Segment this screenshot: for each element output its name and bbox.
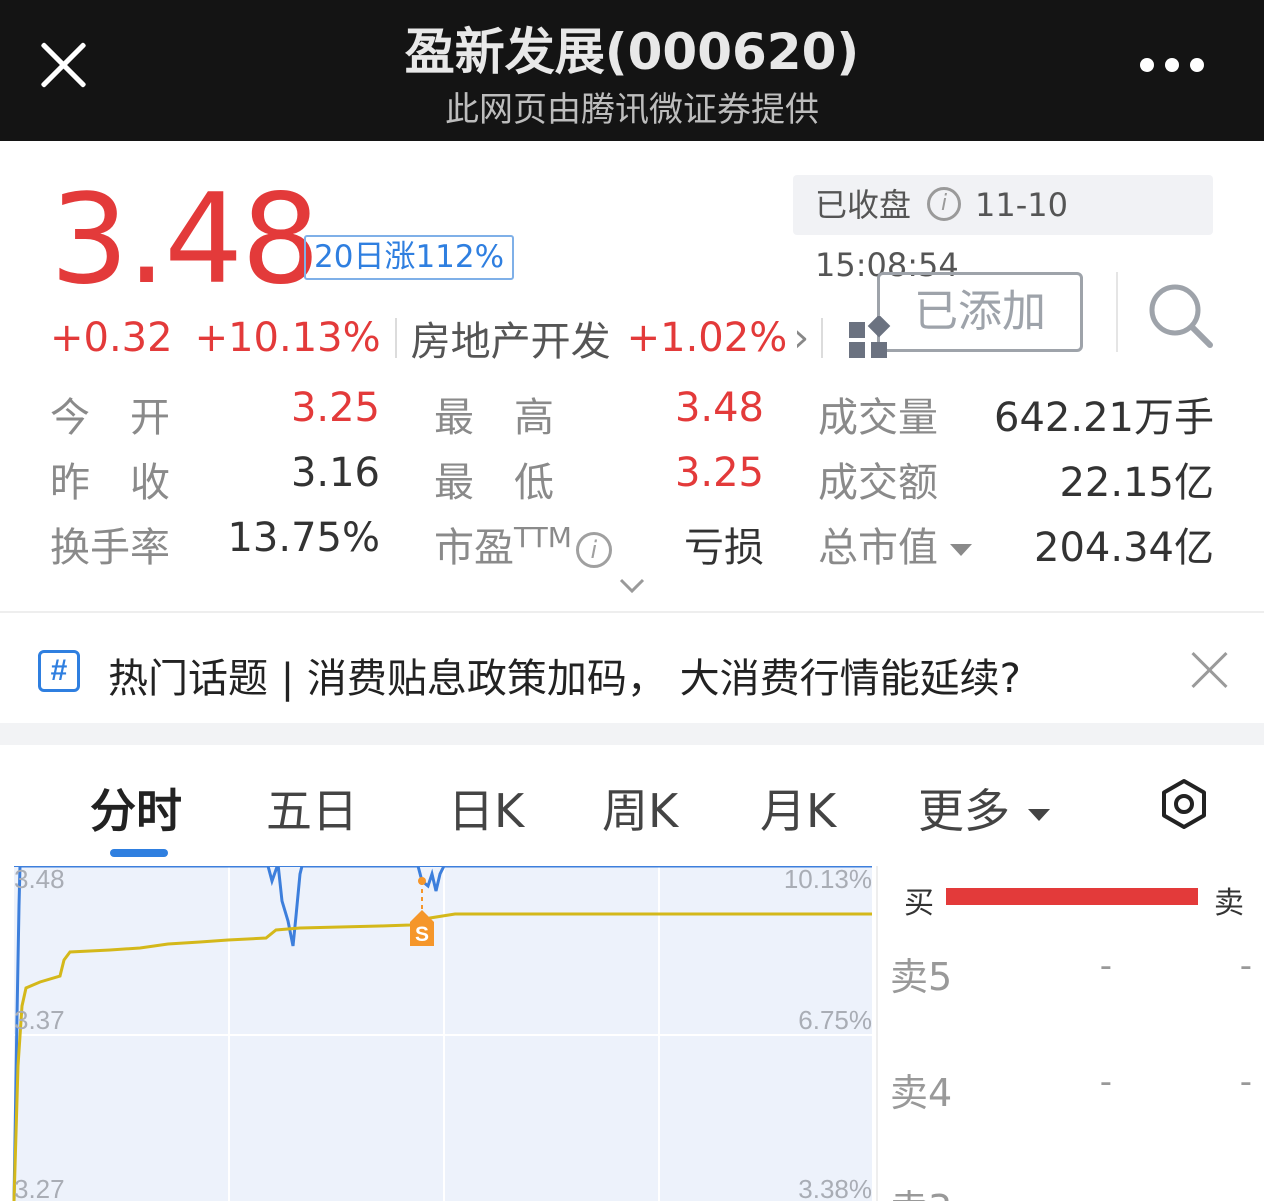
pe-label-text: 市盈 (434, 525, 514, 571)
right-axis-label: 6.75% (798, 1005, 872, 1035)
buy-sell-ratio-bar: 买 卖 (904, 874, 1244, 921)
left-axis-label: 3.48 (14, 866, 65, 894)
info-icon[interactable]: i (927, 187, 962, 221)
rise-tag[interactable]: 20日涨112% (304, 235, 515, 280)
order-price: - (1099, 1062, 1112, 1102)
left-axis-label: 3.27 (14, 1174, 65, 1201)
change-row: +0.32 +10.13% 房地产开发 +1.02% › (50, 310, 891, 366)
order-row: 卖4 - - (890, 1062, 1252, 1115)
chart-tabs: 分时 五日 日K 周K 月K 更多 (0, 745, 1264, 865)
volume-label: 成交量 (818, 395, 938, 441)
high-value: 3.48 (674, 385, 764, 431)
sector-name[interactable]: 房地产开发 (411, 309, 611, 367)
section-gap (0, 723, 1264, 745)
stats-row: 昨 收 3.16 最 低 3.25 成交额 22.15亿 (50, 450, 1214, 510)
intraday-chart[interactable]: S 3.48 3.37 3.27 10.13% 6.75% 3.38% (0, 863, 876, 1201)
low-label: 最 低 (434, 460, 554, 506)
price-change: +0.32 (50, 315, 173, 361)
info-icon[interactable]: i (575, 532, 612, 568)
search-icon[interactable] (1145, 280, 1215, 350)
divider (1116, 272, 1118, 352)
page-title: 盈新发展(000620) (404, 23, 860, 81)
tab-daily-k[interactable]: 日K (448, 775, 524, 841)
amount-label: 成交额 (818, 460, 938, 506)
more-icon[interactable] (1140, 58, 1204, 74)
order-book: 买 卖 卖5 - - 卖4 - - 卖3 (876, 866, 1264, 1201)
high-label: 最 高 (434, 395, 554, 441)
left-axis-label: 3.37 (14, 1005, 65, 1035)
order-level: 卖3 (890, 1178, 952, 1201)
order-row: 卖5 - - (890, 946, 1252, 999)
page-subtitle: 此网页由腾讯微证券提供 (445, 90, 819, 130)
ratio-bar (946, 888, 1198, 905)
tab-five-day[interactable]: 五日 (266, 775, 358, 841)
stats-row: 换手率 13.75% 市盈TTM i 亏损 总市值 204.34亿 (50, 515, 1214, 575)
grid-icon[interactable] (847, 316, 891, 360)
pe-label: 市盈TTM i (434, 515, 612, 573)
caret-down-icon[interactable] (948, 541, 974, 559)
sector-change[interactable]: +1.02% (627, 315, 788, 361)
order-volume: - (1239, 946, 1252, 986)
tab-monthly-k[interactable]: 月K (760, 775, 836, 841)
top-bar: 盈新发展(000620) 此网页由腾讯微证券提供 (0, 0, 1264, 141)
settings-icon[interactable] (1158, 778, 1210, 830)
right-axis-label: 3.38% (798, 1174, 872, 1201)
tab-more-label: 更多 (918, 784, 1010, 838)
divider (394, 318, 397, 358)
right-axis-label: 10.13% (784, 866, 872, 894)
order-row: 卖3 (890, 1178, 1252, 1201)
added-watchlist-button[interactable]: 已添加 (877, 272, 1083, 352)
open-label: 今 开 (50, 395, 170, 441)
order-level: 卖4 (890, 1071, 953, 1115)
tab-intraday[interactable]: 分时 (90, 775, 182, 841)
turnover-value: 13.75% (227, 515, 380, 561)
divider (821, 318, 824, 358)
low-value: 3.25 (674, 450, 764, 496)
order-level: 卖5 (890, 955, 953, 999)
mktcap-label[interactable]: 总市值 (818, 515, 974, 573)
topic-text[interactable]: 热门话题 | 消费贴息政策加码， 大消费行情能延续? (108, 646, 1021, 704)
marker-dot (418, 877, 426, 885)
prev-close-label: 昨 收 (50, 460, 170, 506)
caret-down-icon (1028, 808, 1050, 821)
stats-row: 今 开 3.25 最 高 3.48 成交量 642.21万手 (50, 385, 1214, 445)
volume-value: 642.21万手 (994, 395, 1214, 441)
amount-value: 22.15亿 (1059, 460, 1214, 506)
close-icon[interactable] (1192, 652, 1228, 688)
prev-close-value: 3.16 (290, 450, 380, 496)
status-text: 已收盘 (815, 186, 912, 224)
sell-label: 卖 (1214, 886, 1244, 921)
tab-more[interactable]: 更多 (918, 775, 1050, 841)
current-price: 3.48 (50, 168, 320, 312)
open-value: 3.25 (290, 385, 380, 431)
order-volume: - (1239, 1062, 1252, 1102)
buy-label: 买 (904, 886, 934, 921)
tab-weekly-k[interactable]: 周K (602, 775, 678, 841)
mktcap-label-text: 总市值 (818, 525, 938, 571)
pe-ttm-sup: TTM (514, 521, 572, 554)
hashtag-icon: # (38, 650, 80, 692)
chevron-down-icon[interactable] (618, 572, 646, 600)
market-status: 已收盘 i 11-10 15:08:54 (793, 175, 1213, 284)
price-change-pct: +10.13% (194, 315, 381, 361)
sell-marker-label: S (415, 923, 429, 946)
mktcap-value: 204.34亿 (1034, 525, 1214, 571)
active-tab-indicator (110, 849, 168, 857)
pe-value: 亏损 (684, 525, 764, 571)
chevron-right-icon[interactable]: › (793, 315, 809, 361)
order-price: - (1099, 946, 1112, 986)
turnover-label: 换手率 (50, 525, 170, 571)
